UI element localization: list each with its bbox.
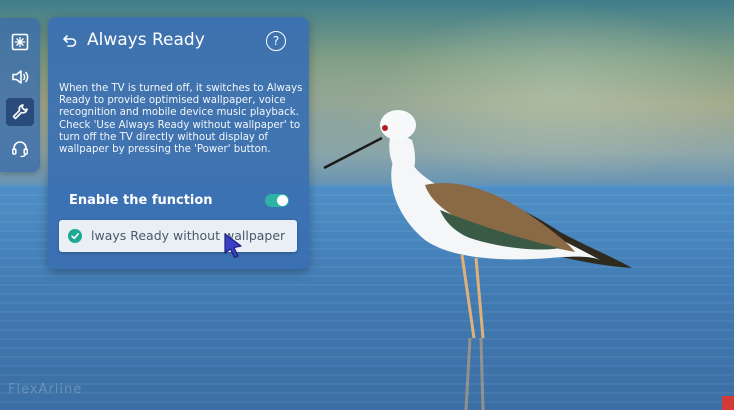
rail-item-general[interactable] <box>6 98 34 126</box>
picture-mode-icon <box>11 33 29 51</box>
rail-item-sound[interactable] <box>6 63 34 91</box>
rail-item-picture[interactable] <box>6 28 34 56</box>
enable-function-toggle[interactable] <box>265 194 289 207</box>
enable-function-label: Enable the function <box>69 193 213 208</box>
rail-item-support[interactable] <box>6 134 34 162</box>
help-button[interactable]: ? <box>266 31 286 51</box>
watermark-text: FlexArline <box>8 382 83 397</box>
corner-indicator <box>722 396 734 410</box>
without-wallpaper-option[interactable]: lways Ready without wallpaper <box>59 220 297 252</box>
toggle-knob <box>277 195 288 206</box>
back-arrow-icon <box>63 35 77 47</box>
general-wrench-icon <box>12 104 28 120</box>
settings-category-rail <box>0 18 40 172</box>
checkmark-icon <box>71 233 79 240</box>
option-checkbox[interactable] <box>68 229 82 243</box>
enable-function-row[interactable]: Enable the function <box>59 191 291 211</box>
sound-icon <box>12 70 29 84</box>
description-text: When the TV is turned off, it switches t… <box>59 83 303 156</box>
back-button[interactable] <box>60 31 80 51</box>
support-headset-icon <box>12 141 28 158</box>
magic-remote-pointer-icon <box>224 233 242 259</box>
option-label: lways Ready without wallpaper <box>91 228 286 243</box>
page-title: Always Ready <box>87 30 205 50</box>
always-ready-panel: Always Ready ? When the TV is turned off… <box>48 17 309 269</box>
